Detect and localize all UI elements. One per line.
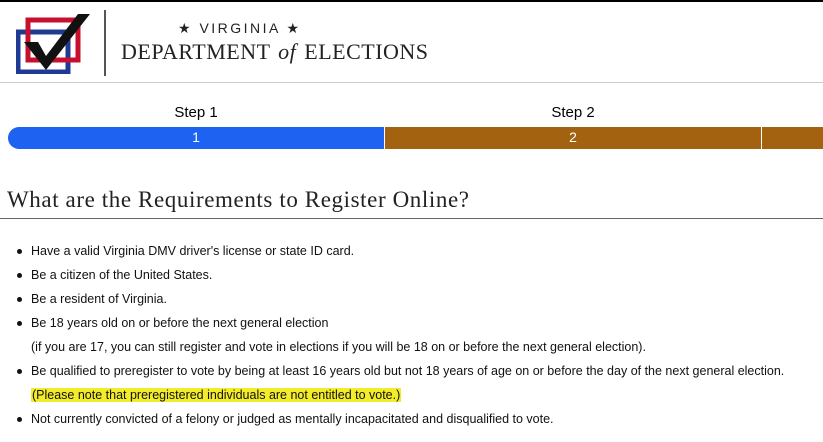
requirement-text: Be qualified to preregister to vote by b… — [31, 364, 785, 378]
step-1-number: 1 — [192, 129, 200, 145]
list-item: Be 18 years old on or before the next ge… — [0, 314, 823, 356]
agency-name-part2: ELECTIONS — [304, 39, 429, 64]
agency-name[interactable]: DEPARTMENT of ELECTIONS — [121, 39, 429, 65]
step-2-bar: 2 — [385, 127, 761, 149]
requirement-text: Be 18 years old on or before the next ge… — [31, 316, 329, 330]
step-2-number: 2 — [569, 129, 577, 145]
requirements-list: Have a valid Virginia DMV driver's licen… — [0, 242, 823, 434]
agency-name-of: of — [278, 39, 297, 64]
list-item: Be qualified to preregister to vote by b… — [0, 362, 823, 404]
state-label: ★ VIRGINIA ★ — [178, 20, 302, 36]
header-rule — [0, 82, 823, 83]
step-1-bar: 1 — [8, 127, 384, 149]
step-progress: Step 1 Step 2 1 2 — [0, 96, 823, 156]
requirement-text: Have a valid Virginia DMV driver's licen… — [31, 244, 355, 258]
requirement-text: Be a resident of Virginia. — [31, 292, 167, 306]
requirement-note: (if you are 17, you can still register a… — [31, 340, 646, 354]
requirement-text: Be a citizen of the United States. — [31, 268, 213, 282]
list-item: Not currently convicted of a felony or j… — [0, 410, 823, 428]
page-title: What are the Requirements to Register On… — [7, 187, 470, 212]
title-rule — [0, 218, 823, 219]
requirement-text: Not currently convicted of a felony or j… — [31, 412, 554, 426]
step-1-label: Step 1 — [174, 104, 218, 121]
vote-checkmark-logo-icon[interactable] — [16, 12, 92, 74]
agency-name-part1: DEPARTMENT — [121, 39, 271, 64]
site-header: ★ VIRGINIA ★ DEPARTMENT of ELECTIONS — [0, 2, 823, 82]
highlighted-note: (Please note that preregistered individu… — [31, 388, 402, 402]
step-2-label: Step 2 — [551, 104, 595, 121]
list-item: Have a valid Virginia DMV driver's licen… — [0, 242, 823, 260]
step-3-bar-partial — [762, 127, 823, 149]
list-item: Be a citizen of the United States. — [0, 266, 823, 284]
header-divider — [104, 10, 106, 76]
list-item: Be a resident of Virginia. — [0, 290, 823, 308]
